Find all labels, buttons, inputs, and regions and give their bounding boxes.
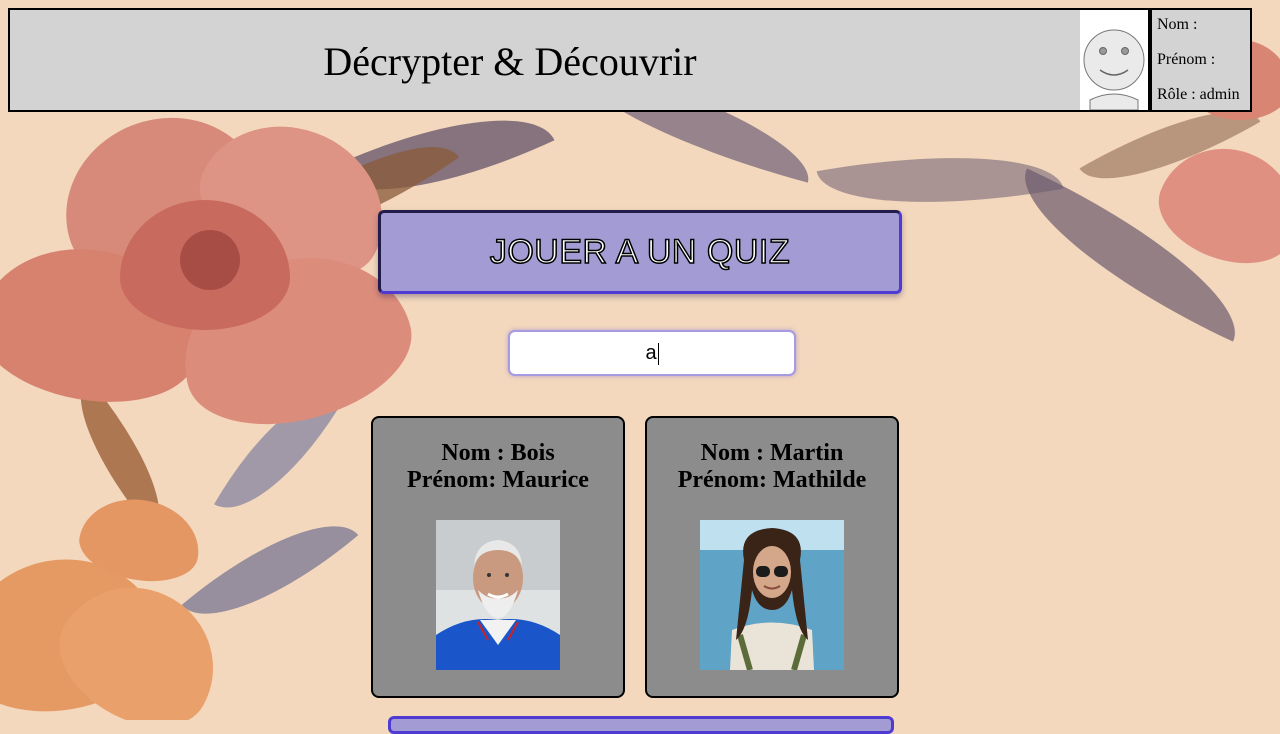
site-title: Décrypter & Découvrir — [323, 39, 697, 84]
card-nom: Nom : Martin — [700, 440, 844, 466]
play-quiz-button[interactable]: JOUER A UN QUIZ — [378, 210, 902, 294]
user-card[interactable]: Nom : Martin Prénom: Mathilde — [645, 416, 899, 698]
user-prenom: Prénom : — [1157, 51, 1216, 68]
card-nom: Nom : Bois — [441, 440, 555, 466]
search-input[interactable]: a — [508, 330, 796, 376]
user-photo — [436, 520, 560, 670]
avatar[interactable] — [1080, 8, 1150, 112]
user-card[interactable]: Nom : Bois Prénom: Maurice — [371, 416, 625, 698]
text-caret — [657, 342, 659, 365]
user-role: Rôle : admin — [1157, 86, 1240, 103]
header-bar: Décrypter & Découvrir — [8, 8, 1084, 112]
card-prenom: Prénom: Maurice — [407, 467, 589, 493]
user-photo — [700, 520, 844, 670]
search-value: a — [645, 342, 657, 364]
user-nom: Nom : — [1157, 16, 1198, 33]
next-button-partial[interactable] — [388, 716, 894, 734]
user-info-panel: Nom : Prénom : Rôle : admin — [1150, 8, 1252, 112]
card-prenom: Prénom: Mathilde — [677, 467, 867, 493]
smiley-avatar-icon — [1083, 29, 1145, 111]
